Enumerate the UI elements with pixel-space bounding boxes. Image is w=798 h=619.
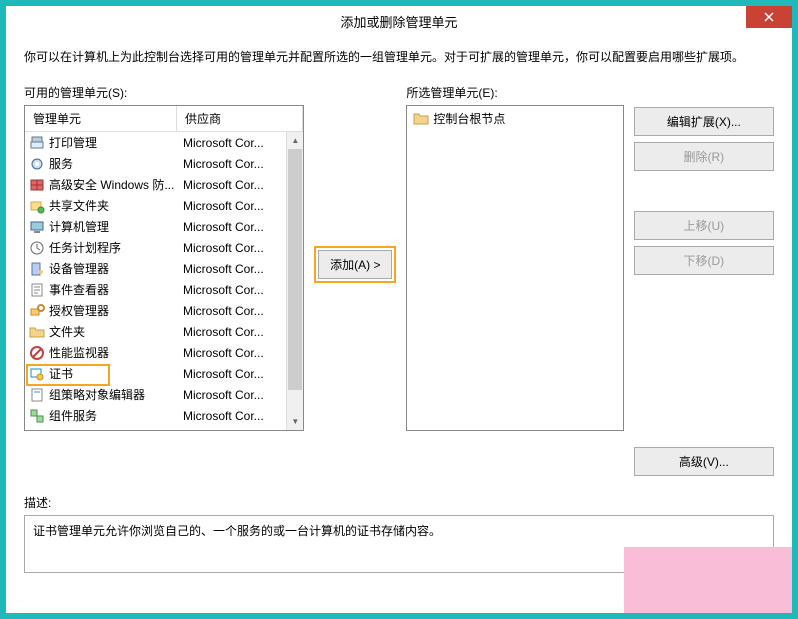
list-item[interactable]: 事件查看器Microsoft Cor... [25,279,303,300]
scroll-down-icon[interactable]: ▼ [287,413,303,430]
item-vendor: Microsoft Cor... [181,241,303,255]
scrollbar-thumb[interactable] [288,149,302,390]
item-vendor: Microsoft Cor... [181,178,303,192]
item-vendor: Microsoft Cor... [181,157,303,171]
dialog-window: 添加或删除管理单元 你可以在计算机上为此控制台选择可用的管理单元并配置所选的一组… [6,6,792,613]
available-list[interactable]: 管理单元 供应商 打印管理Microsoft Cor...服务Microsoft… [24,105,304,431]
item-name: 证书 [49,365,181,382]
list-item[interactable]: 打印管理Microsoft Cor... [25,132,303,153]
selected-tree[interactable]: 控制台根节点 [406,105,624,431]
item-name: 打印管理 [49,134,181,151]
scroll-up-icon[interactable]: ▲ [287,132,303,149]
list-item[interactable]: 组件服务Microsoft Cor... [25,405,303,426]
item-vendor: Microsoft Cor... [181,262,303,276]
list-item[interactable]: 文件夹Microsoft Cor... [25,321,303,342]
share-icon [29,198,45,214]
list-item[interactable]: 任务计划程序Microsoft Cor... [25,237,303,258]
titlebar-title: 添加或删除管理单元 [340,12,457,31]
item-name: 服务 [49,155,181,172]
watermark-overlay [624,547,792,613]
printer-icon [29,135,45,151]
intro-text: 你可以在计算机上为此控制台选择可用的管理单元并配置所选的一组管理单元。对于可扩展… [24,48,774,66]
item-name: 文件夹 [49,323,181,340]
item-name: 性能监视器 [49,344,181,361]
item-vendor: Microsoft Cor... [181,220,303,234]
item-vendor: Microsoft Cor... [181,304,303,318]
list-item[interactable]: 高级安全 Windows 防...Microsoft Cor... [25,174,303,195]
item-name: 授权管理器 [49,302,181,319]
clock-icon [29,240,45,256]
selected-label: 所选管理单元(E): [406,84,624,101]
item-vendor: Microsoft Cor... [181,409,303,423]
list-item[interactable]: 设备管理器Microsoft Cor... [25,258,303,279]
list-item[interactable]: 共享文件夹Microsoft Cor... [25,195,303,216]
scrollbar[interactable]: ▲ ▼ [286,132,303,430]
folder-icon [29,324,45,340]
tree-root-label: 控制台根节点 [433,110,505,127]
component-icon [29,408,45,424]
item-name: 高级安全 Windows 防... [49,176,181,193]
list-item[interactable]: 授权管理器Microsoft Cor... [25,300,303,321]
device-icon [29,261,45,277]
item-vendor: Microsoft Cor... [181,325,303,339]
gear-icon [29,156,45,172]
advanced-button[interactable]: 高级(V)... [634,447,774,476]
item-vendor: Microsoft Cor... [181,388,303,402]
item-name: 设备管理器 [49,260,181,277]
item-vendor: Microsoft Cor... [181,199,303,213]
folder-icon [413,111,429,127]
remove-button[interactable]: 删除(R) [634,142,774,171]
item-name: 事件查看器 [49,281,181,298]
move-up-button[interactable]: 上移(U) [634,211,774,240]
item-name: 组件服务 [49,407,181,424]
list-item[interactable]: 组策略对象编辑器Microsoft Cor... [25,384,303,405]
item-name: 任务计划程序 [49,239,181,256]
available-label: 可用的管理单元(S): [24,84,304,101]
close-button[interactable] [746,6,792,28]
firewall-icon [29,177,45,193]
titlebar: 添加或删除管理单元 [6,6,792,36]
list-item[interactable]: 服务Microsoft Cor... [25,153,303,174]
tree-root-item[interactable]: 控制台根节点 [409,108,621,129]
header-vendor[interactable]: 供应商 [177,106,303,131]
description-text: 证书管理单元允许你浏览自己的、一个服务的或一台计算机的证书存储内容。 [33,524,441,538]
item-vendor: Microsoft Cor... [181,136,303,150]
item-name: 计算机管理 [49,218,181,235]
item-vendor: Microsoft Cor... [181,346,303,360]
item-vendor: Microsoft Cor... [181,367,303,381]
add-button-highlight: 添加(A) > [314,246,396,283]
item-name: 组策略对象编辑器 [49,386,181,403]
move-down-button[interactable]: 下移(D) [634,246,774,275]
header-name[interactable]: 管理单元 [25,106,177,131]
auth-icon [29,303,45,319]
description-label: 描述: [24,494,774,511]
item-name: 共享文件夹 [49,197,181,214]
edit-extensions-button[interactable]: 编辑扩展(X)... [634,107,774,136]
dialog-content: 你可以在计算机上为此控制台选择可用的管理单元并配置所选的一组管理单元。对于可扩展… [6,36,792,585]
cert-icon [29,366,45,382]
add-button[interactable]: 添加(A) > [318,250,392,279]
policy-icon [29,387,45,403]
computer-icon [29,219,45,235]
list-item[interactable]: 计算机管理Microsoft Cor... [25,216,303,237]
list-item[interactable]: 性能监视器Microsoft Cor... [25,342,303,363]
close-icon [764,12,774,22]
item-vendor: Microsoft Cor... [181,283,303,297]
list-header: 管理单元 供应商 [25,106,303,132]
event-icon [29,282,45,298]
nope-icon [29,345,45,361]
list-item[interactable]: 证书Microsoft Cor... [25,363,303,384]
